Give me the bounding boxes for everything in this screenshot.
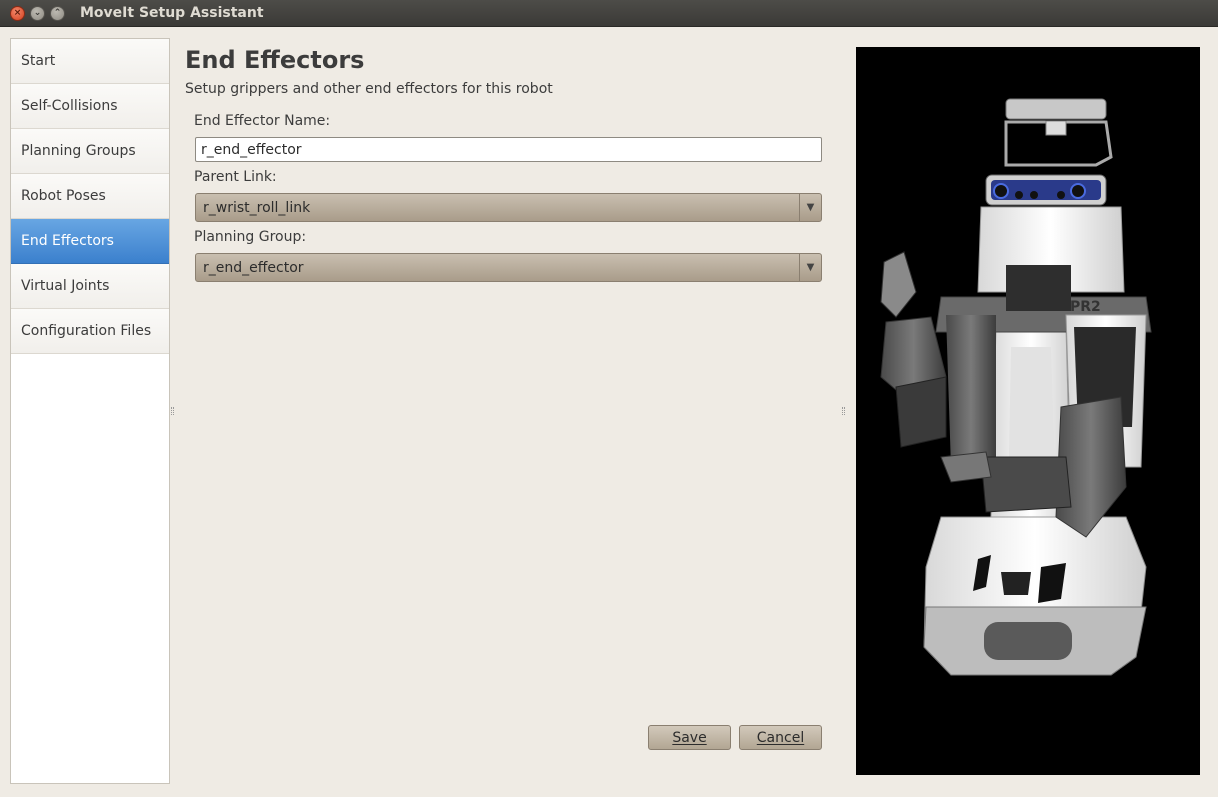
sidebar-item-end-effectors[interactable]: End Effectors bbox=[11, 219, 169, 264]
sidebar-item-robot-poses[interactable]: Robot Poses bbox=[11, 174, 169, 219]
right-splitter-handle[interactable] bbox=[842, 407, 845, 415]
end-effector-name-label: End Effector Name: bbox=[194, 113, 331, 129]
window-titlebar: × ⌄ ⌃ MoveIt Setup Assistant bbox=[0, 0, 1218, 27]
sidebar-nav: Start Self-Collisions Planning Groups Ro… bbox=[10, 38, 170, 784]
pr2-label: PR2 bbox=[1070, 299, 1101, 315]
planning-group-dropdown[interactable]: r_end_effector ▼ bbox=[195, 253, 822, 282]
sidebar-item-self-collisions[interactable]: Self-Collisions bbox=[11, 84, 169, 129]
page-subtitle: Setup grippers and other end effectors f… bbox=[185, 81, 553, 97]
chevron-down-icon: ▼ bbox=[799, 194, 821, 221]
close-icon: × bbox=[13, 8, 22, 18]
pr2-robot-render: PR2 bbox=[880, 98, 1152, 676]
page-title: End Effectors bbox=[185, 46, 365, 74]
maximize-window-button[interactable]: ⌃ bbox=[50, 6, 65, 21]
chevron-down-icon: ▼ bbox=[799, 254, 821, 281]
save-button[interactable]: Save bbox=[648, 725, 731, 750]
chevron-up-icon: ⌃ bbox=[53, 8, 62, 18]
save-button-label: Save bbox=[672, 729, 707, 746]
end-effector-name-input[interactable] bbox=[195, 137, 822, 162]
chevron-down-icon: ⌄ bbox=[33, 8, 42, 18]
sidebar-item-start[interactable]: Start bbox=[11, 39, 169, 84]
minimize-window-button[interactable]: ⌄ bbox=[30, 6, 45, 21]
sidebar-item-planning-groups[interactable]: Planning Groups bbox=[11, 129, 169, 174]
robot-3d-viewport[interactable]: PR2 bbox=[856, 47, 1200, 775]
window-title: MoveIt Setup Assistant bbox=[80, 5, 264, 21]
sidebar-item-virtual-joints[interactable]: Virtual Joints bbox=[11, 264, 169, 309]
planning-group-label: Planning Group: bbox=[194, 229, 307, 245]
parent-link-label: Parent Link: bbox=[194, 169, 277, 185]
close-window-button[interactable]: × bbox=[10, 6, 25, 21]
planning-group-value: r_end_effector bbox=[203, 259, 304, 276]
parent-link-value: r_wrist_roll_link bbox=[203, 199, 311, 216]
left-splitter-handle[interactable] bbox=[171, 407, 174, 415]
parent-link-dropdown[interactable]: r_wrist_roll_link ▼ bbox=[195, 193, 822, 222]
cancel-button-label: Cancel bbox=[756, 729, 805, 746]
cancel-button[interactable]: Cancel bbox=[739, 725, 822, 750]
sidebar-item-configuration-files[interactable]: Configuration Files bbox=[11, 309, 169, 354]
